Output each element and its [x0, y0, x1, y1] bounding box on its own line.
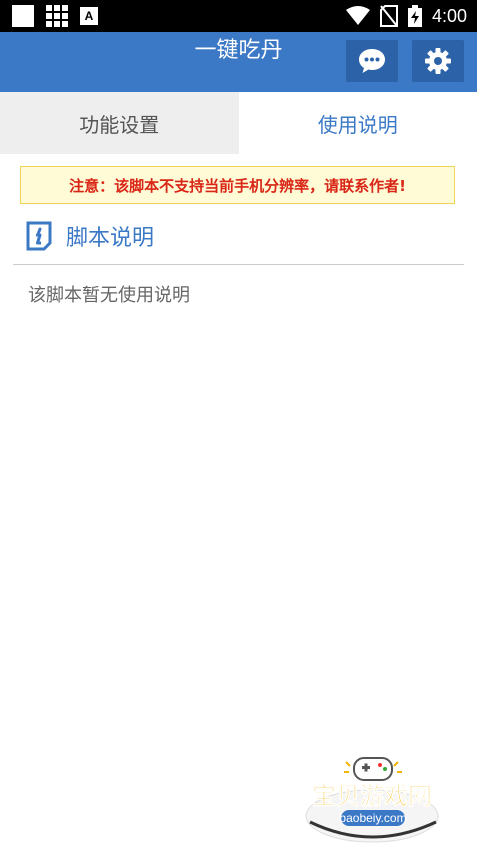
watermark-logo: 宝贝游戏网 baobeiy.com — [298, 752, 448, 844]
battery-charging-icon — [407, 5, 422, 27]
chat-button[interactable] — [346, 40, 398, 82]
watermark-url: baobeiy.com — [339, 811, 406, 825]
warning-banner: 注意：该脚本不支持当前手机分辨率，请联系作者! — [20, 166, 455, 204]
divider — [13, 264, 464, 265]
info-icon — [26, 221, 52, 251]
settings-button[interactable] — [412, 40, 464, 82]
grid-icon — [46, 5, 68, 27]
wifi-icon — [345, 6, 370, 25]
white-square-icon — [12, 5, 34, 27]
no-sim-icon — [379, 5, 398, 27]
a-icon-text: A — [84, 9, 94, 23]
section-header: 脚本说明 — [26, 218, 154, 254]
watermark-brand: 宝贝游戏网 — [312, 782, 432, 810]
status-bar-right: 4:00 — [345, 4, 467, 28]
gear-icon — [425, 48, 451, 74]
chat-icon — [359, 49, 385, 73]
tab-instructions[interactable]: 使用说明 — [238, 92, 477, 154]
gamepad-icon — [344, 757, 402, 781]
app-title: 一键吃丹 — [194, 38, 283, 63]
app-bar: 一键吃丹 — [0, 32, 477, 92]
section-body: 该脚本暂无使用说明 — [28, 285, 190, 306]
status-bar: A 4:00 — [0, 0, 477, 32]
tab-settings[interactable]: 功能设置 — [0, 92, 239, 154]
tab-bar: 功能设置 使用说明 — [0, 92, 477, 154]
status-bar-left: A — [12, 5, 98, 27]
section-title: 脚本说明 — [66, 226, 155, 251]
status-time: 4:00 — [431, 5, 467, 26]
accessibility-a-icon: A — [80, 7, 98, 25]
